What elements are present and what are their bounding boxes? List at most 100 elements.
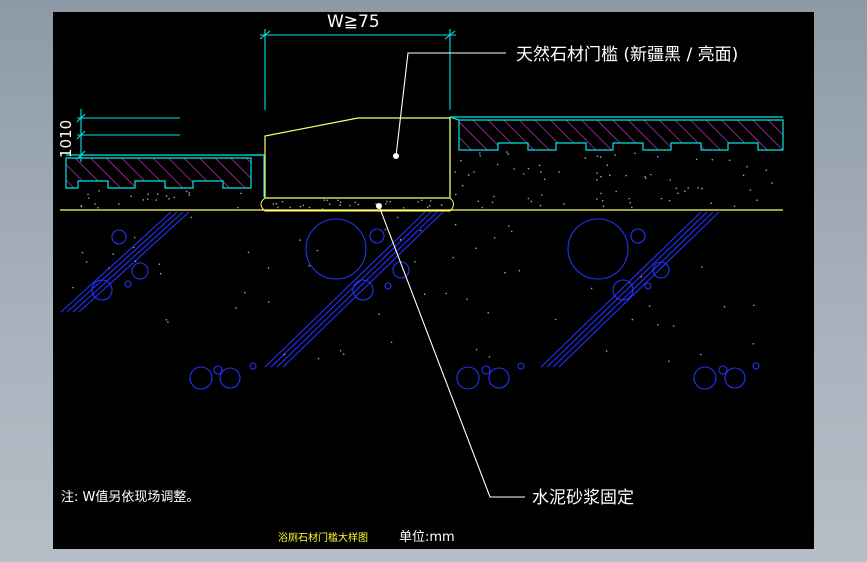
mortar-speckle — [752, 343, 755, 345]
note-text: 注: W值另依现场调整。 — [61, 489, 199, 505]
mortar-speckle — [308, 206, 311, 209]
mortar-speckle — [384, 203, 387, 205]
mortar-speckle — [644, 177, 647, 180]
mortar-speckle — [640, 276, 643, 278]
mortar-speckle — [615, 190, 617, 193]
mortar-speckle — [753, 304, 755, 307]
mortar-speckle — [97, 206, 99, 209]
mortar-speckle — [677, 192, 679, 195]
mortar-speckle — [631, 318, 634, 321]
mortar-speckle — [488, 356, 491, 358]
mortar-speckle — [701, 266, 703, 268]
height-dimension — [76, 109, 180, 162]
mortar-speckle — [479, 152, 481, 154]
mortar-speckle — [700, 353, 702, 356]
mortar-speckle — [235, 307, 237, 309]
mortar-speckle — [625, 174, 627, 177]
mortar-speckle — [326, 199, 329, 202]
right-floor-tile — [449, 116, 784, 197]
mortar-speckle — [475, 247, 477, 249]
mortar-speckle — [87, 193, 89, 196]
mortar-speckle — [493, 237, 496, 239]
mortar-speckle — [487, 312, 490, 314]
mortar-speckle — [85, 261, 88, 263]
mortar-speckle — [168, 198, 170, 200]
mortar-speckle — [190, 216, 193, 219]
mortar-speckle — [384, 228, 387, 231]
mortar-speckle — [605, 350, 608, 352]
mortar-speckle — [289, 206, 291, 209]
mortar-speckle — [513, 168, 515, 170]
mortar-speckle — [321, 208, 324, 210]
mortar-speckle — [156, 193, 159, 195]
mortar-speckle — [421, 199, 423, 202]
mortar-speckle — [648, 305, 651, 307]
mortar-speckle — [267, 301, 270, 303]
mortar-speckle — [506, 151, 508, 153]
mortar-speckle — [275, 202, 278, 205]
mortar-label: 水泥砂浆固定 — [532, 488, 634, 508]
mortar-speckle — [165, 319, 168, 321]
mortar-speckle — [710, 202, 712, 204]
mortar-speckle — [554, 318, 557, 321]
detail-drawing: 1010 W≧75 天然石材门槛 (新疆黑 / 亮面) 水泥砂浆固定 注: W值… — [57, 12, 784, 545]
mortar-speckle — [81, 251, 84, 254]
mortar-speckle — [185, 190, 188, 193]
mortar-speckle — [173, 196, 176, 199]
mortar-speckle — [390, 341, 393, 344]
mortar-speckle — [522, 173, 525, 175]
mortar-speckle — [72, 286, 74, 289]
mortar-speckle — [130, 195, 132, 198]
mortar-speckle — [493, 195, 495, 198]
mortar-speckle — [108, 267, 110, 269]
mortar-speckle — [629, 201, 631, 204]
mortar-speckle — [339, 350, 342, 352]
mortar-speckle — [496, 163, 499, 166]
mortar-speckle — [188, 192, 191, 194]
mortar-speckle — [584, 157, 587, 159]
mortar-speckle — [644, 175, 646, 178]
mortar-speckle — [771, 182, 773, 184]
mortar-speckle — [540, 194, 543, 196]
mortar-speckle — [142, 199, 145, 201]
mortar-speckle — [430, 200, 432, 202]
mortar-speckle — [272, 203, 275, 205]
mortar-speckle — [299, 205, 302, 208]
mortar-speckle — [454, 171, 457, 173]
mortar-speckle — [530, 200, 533, 203]
mortar-speckle — [628, 197, 630, 200]
mortar-speckle — [733, 205, 736, 207]
mortar-speckle — [711, 158, 714, 161]
mortar-speckle — [491, 201, 494, 204]
mortar-speckle — [668, 199, 671, 202]
cad-viewport: 1010 W≧75 天然石材门槛 (新疆黑 / 亮面) 水泥砂浆固定 注: W值… — [0, 0, 867, 562]
mortar-speckle — [389, 200, 392, 203]
mortar-speckle — [467, 174, 470, 176]
mortar-speckle — [695, 158, 698, 161]
mortar-speckle — [540, 171, 542, 173]
width-dimension — [259, 29, 456, 110]
mortar-speckle — [660, 197, 663, 200]
mortar-speckle — [454, 223, 457, 226]
mortar-speckle — [402, 207, 405, 209]
mortar-speckle — [420, 229, 422, 232]
mortar-speckle — [112, 253, 114, 255]
mortar-speckle — [596, 198, 598, 200]
mortar-speckle — [316, 249, 319, 252]
mortar-speckle — [357, 203, 360, 206]
mortar-speckle — [323, 199, 326, 201]
stone-threshold — [260, 117, 454, 212]
mortar-speckle — [728, 159, 731, 161]
mortar-speckle — [134, 260, 137, 263]
mortar-speckle — [414, 261, 416, 263]
mortar-speckle — [687, 187, 689, 189]
mortar-speckle — [596, 155, 599, 157]
mortar-speckle — [697, 187, 699, 189]
mortar-speckle — [155, 199, 158, 201]
mortar-speckle — [428, 204, 431, 207]
mortar-speckle — [247, 251, 250, 254]
mortar-speckle — [527, 167, 530, 170]
mortar-speckle — [600, 192, 602, 195]
mortar-speckle — [563, 203, 565, 205]
mortar-speckle — [668, 360, 670, 363]
